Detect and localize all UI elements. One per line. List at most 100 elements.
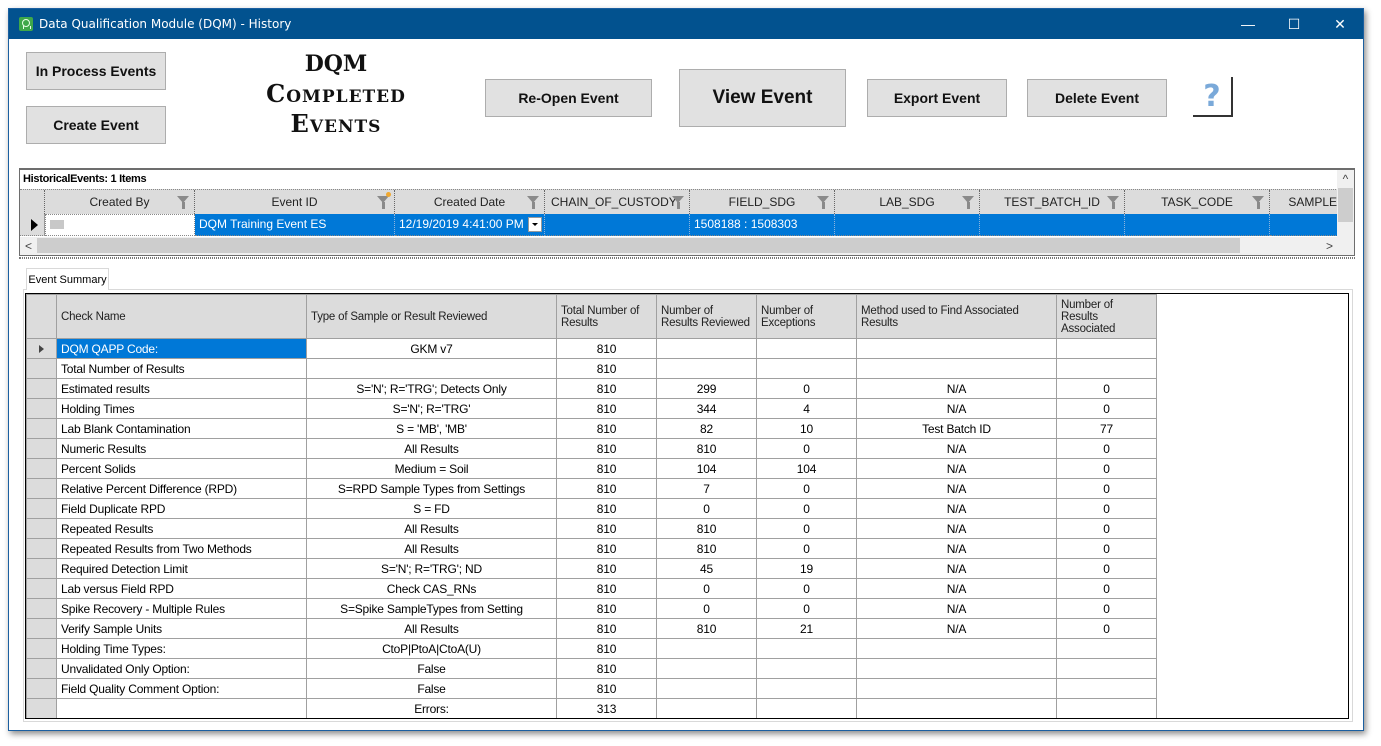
row-indicator[interactable] <box>26 498 57 519</box>
column-header-results-reviewed[interactable]: Number of Results Reviewed <box>656 294 757 339</box>
table-row[interactable]: Unvalidated Only Option: False 810 <box>26 658 1157 679</box>
row-indicator[interactable] <box>26 398 57 419</box>
cell-check-name[interactable]: Verify Sample Units <box>56 618 307 639</box>
cell-total-results[interactable]: 810 <box>556 518 657 539</box>
horizontal-scrollbar[interactable]: < > <box>20 237 1338 255</box>
column-header-event-id[interactable]: Event ID <box>195 190 395 214</box>
cell-check-name[interactable]: Percent Solids <box>56 458 307 479</box>
cell-results-associated[interactable] <box>1056 358 1157 379</box>
cell-check-name[interactable]: Holding Time Types: <box>56 638 307 659</box>
help-button[interactable]: ? <box>1193 77 1233 117</box>
cell-exceptions[interactable] <box>756 338 857 359</box>
table-row[interactable]: Lab Blank Contamination S = 'MB', 'MB' 810… <box>26 418 1157 439</box>
row-indicator[interactable] <box>26 478 57 499</box>
cell-results-reviewed[interactable]: 0 <box>656 578 757 599</box>
cell-total-results[interactable]: 810 <box>556 378 657 399</box>
column-header-method[interactable]: Method used to Find Associated Results <box>856 294 1057 339</box>
cell-type-reviewed[interactable] <box>306 358 557 379</box>
in-process-events-button[interactable]: In Process Events <box>26 52 166 90</box>
cell-results-associated[interactable] <box>1056 678 1157 699</box>
column-header-test-batch-id[interactable]: TEST_BATCH_ID <box>980 190 1125 214</box>
column-header-field-sdg[interactable]: FIELD_SDG <box>690 190 835 214</box>
cell-exceptions[interactable]: 0 <box>756 438 857 459</box>
cell-check-name[interactable]: Estimated results <box>56 378 307 399</box>
cell-method[interactable] <box>856 698 1057 718</box>
cell-results-associated[interactable]: 0 <box>1056 558 1157 579</box>
cell-type-reviewed[interactable]: Medium = Soil <box>306 458 557 479</box>
row-indicator[interactable] <box>26 678 57 699</box>
row-indicator[interactable] <box>26 438 57 459</box>
cell-exceptions[interactable]: 0 <box>756 518 857 539</box>
cell-exceptions[interactable]: 0 <box>756 498 857 519</box>
table-row[interactable]: Holding Time Types: CtoP|PtoA|CtoA(U) 810 <box>26 638 1157 659</box>
row-indicator[interactable] <box>26 358 57 379</box>
cell-type-reviewed[interactable]: S='N'; R='TRG' <box>306 398 557 419</box>
cell-method[interactable] <box>856 358 1057 379</box>
table-row[interactable]: Percent Solids Medium = Soil 810 104 104 N/A 0 <box>26 458 1157 479</box>
cell-method[interactable] <box>856 678 1057 699</box>
cell-results-associated[interactable]: 0 <box>1056 498 1157 519</box>
filter-icon[interactable] <box>672 196 684 209</box>
table-row[interactable]: DQM Training Event ES 12/19/2019 4:41:00… <box>20 214 1354 236</box>
cell-exceptions[interactable]: 0 <box>756 578 857 599</box>
row-indicator[interactable] <box>26 618 57 639</box>
cell-method[interactable]: N/A <box>856 478 1057 499</box>
cell-type-reviewed[interactable]: S=RPD Sample Types from Settings <box>306 478 557 499</box>
table-row[interactable]: Repeated Results from Two Methods All Res… <box>26 538 1157 559</box>
cell-check-name[interactable]: Unvalidated Only Option: <box>56 658 307 679</box>
cell-method[interactable]: N/A <box>856 578 1057 599</box>
cell-results-reviewed[interactable] <box>656 698 757 718</box>
cell-type-reviewed[interactable]: S=Spike SampleTypes from Setting <box>306 598 557 619</box>
create-event-button[interactable]: Create Event <box>26 106 166 144</box>
cell-check-name[interactable]: Relative Percent Difference (RPD) <box>56 478 307 499</box>
cell-total-results[interactable]: 810 <box>556 618 657 639</box>
cell-results-associated[interactable]: 77 <box>1056 418 1157 439</box>
filter-icon[interactable] <box>1107 196 1119 209</box>
cell-results-reviewed[interactable]: 0 <box>656 598 757 619</box>
table-row[interactable]: Verify Sample Units All Results 810 810 21 N/… <box>26 618 1157 639</box>
cell-exceptions[interactable] <box>756 358 857 379</box>
cell-total-results[interactable]: 810 <box>556 658 657 679</box>
table-row[interactable]: Repeated Results All Results 810 810 0 N/A 0 <box>26 518 1157 539</box>
cell-exceptions[interactable]: 4 <box>756 398 857 419</box>
cell-total-results[interactable]: 810 <box>556 578 657 599</box>
column-header-sample[interactable]: SAMPLE <box>1270 190 1340 214</box>
table-row[interactable]: Errors: 313 <box>26 698 1157 718</box>
cell-check-name[interactable]: Lab Blank Contamination <box>56 418 307 439</box>
cell-results-associated[interactable]: 0 <box>1056 618 1157 639</box>
table-row[interactable]: Numeric Results All Results 810 810 0 N/A 0 <box>26 438 1157 459</box>
table-row[interactable]: Required Detection Limit S='N'; R='TRG'; … <box>26 558 1157 579</box>
filter-icon[interactable] <box>817 196 829 209</box>
cell-type-reviewed[interactable]: Check CAS_RNs <box>306 578 557 599</box>
cell-results-reviewed[interactable]: 299 <box>656 378 757 399</box>
scrollbar-thumb[interactable] <box>37 238 1240 253</box>
row-indicator[interactable] <box>26 658 57 679</box>
row-indicator[interactable] <box>26 558 57 579</box>
export-event-button[interactable]: Export Event <box>867 79 1007 117</box>
cell-type-reviewed[interactable]: CtoP|PtoA|CtoA(U) <box>306 638 557 659</box>
cell-field-sdg[interactable]: 1508188 : 1508303 <box>690 214 835 236</box>
row-indicator[interactable] <box>26 458 57 479</box>
filter-icon[interactable] <box>962 196 974 209</box>
cell-check-name[interactable]: Holding Times <box>56 398 307 419</box>
cell-check-name[interactable]: Spike Recovery - Multiple Rules <box>56 598 307 619</box>
cell-results-reviewed[interactable]: 104 <box>656 458 757 479</box>
cell-total-results[interactable]: 810 <box>556 498 657 519</box>
column-header-results-associated[interactable]: Number of Results Associated <box>1056 294 1157 339</box>
cell-results-reviewed[interactable]: 344 <box>656 398 757 419</box>
column-header-created-date[interactable]: Created Date <box>395 190 545 214</box>
table-row[interactable]: Field Duplicate RPD S = FD 810 0 0 N/A 0 <box>26 498 1157 519</box>
cell-results-associated[interactable] <box>1056 658 1157 679</box>
cell-method[interactable] <box>856 338 1057 359</box>
cell-total-results[interactable]: 810 <box>556 598 657 619</box>
cell-exceptions[interactable]: 19 <box>756 558 857 579</box>
table-row[interactable]: DQM QAPP Code: GKM v7 810 <box>26 338 1157 359</box>
cell-total-results[interactable]: 810 <box>556 638 657 659</box>
row-indicator[interactable] <box>26 338 57 359</box>
cell-results-reviewed[interactable]: 82 <box>656 418 757 439</box>
scroll-right-icon[interactable]: > <box>1321 237 1338 255</box>
cell-check-name[interactable]: Required Detection Limit <box>56 558 307 579</box>
cell-results-associated[interactable]: 0 <box>1056 458 1157 479</box>
cell-task-code[interactable] <box>1125 214 1270 236</box>
cell-results-associated[interactable] <box>1056 638 1157 659</box>
